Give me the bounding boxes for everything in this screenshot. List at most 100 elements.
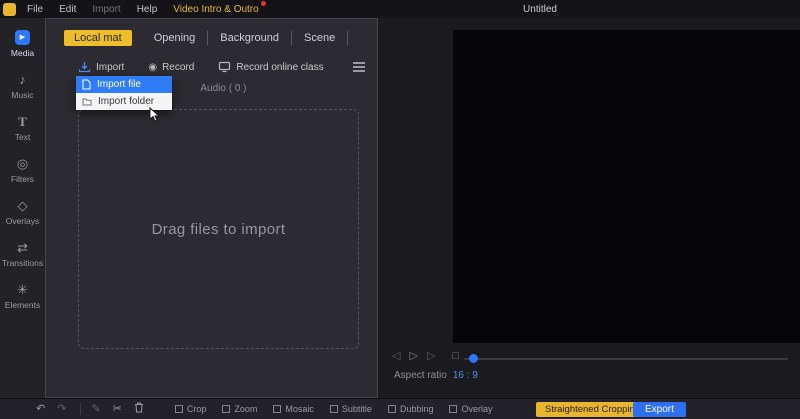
sidebar-item-media[interactable]: ▶ Media — [0, 30, 45, 58]
folder-icon — [82, 98, 92, 106]
tool-label: Mosaic — [285, 404, 314, 414]
menu-help[interactable]: Help — [137, 4, 158, 15]
mosaic-icon — [273, 405, 282, 413]
tool-label: Dubbing — [399, 404, 434, 414]
document-title: Untitled — [523, 3, 557, 15]
tab-local-material[interactable]: Local mat — [64, 30, 132, 46]
overlay-icon — [449, 405, 458, 413]
menu-bar: File Edit Import Help Video Intro & Outr… — [27, 0, 266, 15]
edit-tools-group: Crop Zoom Mosaic Subtitle Dubbing Overla… — [170, 402, 498, 416]
menu-file[interactable]: File — [27, 4, 43, 15]
menu-edit[interactable]: Edit — [59, 4, 76, 15]
media-tab-row: Local mat Opening Background Scene — [64, 29, 367, 47]
record-online-class-label: Record online class — [236, 61, 324, 73]
sidebar-item-label: Music — [11, 90, 34, 100]
sidebar-item-transitions[interactable]: ⇄ Transitions — [0, 240, 45, 269]
tool-label: Crop — [186, 404, 207, 414]
record-label: Record — [162, 61, 195, 73]
overlays-icon: ◇ — [17, 198, 28, 213]
top-menu-bar: File Edit Import Help Video Intro & Outr… — [0, 0, 800, 18]
panel-menu-icon[interactable] — [353, 62, 365, 72]
menu-video-intro-outro[interactable]: Video Intro & Outro — [173, 0, 266, 15]
sidebar-item-music[interactable]: ♪ Music — [0, 72, 45, 101]
left-sidebar: ▶ Media ♪ Music T Text ◎ Filters ◇ Overl… — [0, 18, 45, 419]
import-button[interactable]: Import — [78, 61, 124, 73]
media-panel-toolbar: Import ◉ Record Record online class — [78, 59, 365, 75]
previous-frame-button[interactable]: ◁ — [392, 349, 400, 362]
import-label: Import — [96, 61, 125, 73]
menu-import[interactable]: Import — [92, 4, 120, 15]
seek-handle[interactable] — [469, 354, 478, 363]
media-library-panel: Local mat Opening Background Scene Impor… — [45, 18, 378, 398]
sidebar-item-text[interactable]: T Text — [0, 114, 45, 143]
undo-icon[interactable]: ↶ — [36, 403, 45, 415]
video-intro-outro-label: Video Intro & Outro — [173, 3, 259, 15]
next-frame-button[interactable]: ▷ — [427, 349, 435, 362]
dropdown-item-label: Import folder — [98, 96, 155, 107]
stop-button[interactable]: □ — [452, 350, 459, 362]
redo-icon[interactable]: ↷ — [57, 403, 66, 415]
record-button[interactable]: ◉ Record — [148, 62, 194, 73]
sidebar-item-label: Elements — [4, 300, 41, 310]
notification-badge — [260, 0, 266, 6]
tab-background[interactable]: Background — [208, 31, 293, 45]
subtab-audio[interactable]: Audio ( 0 ) — [200, 83, 246, 94]
tool-label: Overlay — [461, 404, 493, 414]
sidebar-item-label: Overlays — [5, 216, 40, 226]
toolbar-divider — [80, 403, 82, 415]
dropdown-item-import-file[interactable]: Import file — [76, 76, 172, 93]
edit-pencil-icon[interactable]: ✎ — [91, 403, 100, 415]
music-note-icon: ♪ — [19, 72, 26, 87]
tool-label: Subtitle — [341, 404, 372, 414]
play-button[interactable]: ▷ — [409, 349, 417, 362]
sidebar-item-label: Transitions — [1, 258, 44, 268]
text-icon: T — [18, 114, 27, 129]
dropdown-item-label: Import file — [97, 79, 141, 90]
seek-bar[interactable] — [464, 358, 788, 360]
sidebar-item-label: Filters — [10, 174, 35, 184]
sidebar-item-filters[interactable]: ◎ Filters — [0, 156, 45, 185]
tool-zoom-button[interactable]: Zoom — [217, 402, 262, 416]
aspect-ratio-row: Aspect ratio 16 : 9 — [394, 370, 478, 381]
monitor-icon — [219, 61, 231, 73]
tool-subtitle-button[interactable]: Subtitle — [325, 402, 377, 416]
preview-area: ◁ ▷ ▷ □ Aspect ratio 16 : 9 — [378, 18, 800, 398]
tab-opening[interactable]: Opening — [142, 31, 209, 45]
filters-icon: ◎ — [16, 156, 29, 171]
import-icon — [78, 62, 91, 73]
record-online-class-button[interactable]: Record online class — [218, 61, 324, 73]
mouse-cursor — [149, 107, 161, 122]
split-scissors-icon[interactable]: ✂ — [113, 403, 122, 415]
app-logo-icon[interactable] — [3, 2, 16, 16]
tool-mosaic-button[interactable]: Mosaic — [268, 402, 319, 416]
subtitle-icon — [329, 405, 338, 413]
video-preview-screen — [453, 30, 800, 343]
tool-dubbing-button[interactable]: Dubbing — [383, 402, 439, 416]
aspect-ratio-value[interactable]: 16 : 9 — [453, 370, 478, 381]
tool-crop-button[interactable]: Crop — [170, 402, 212, 416]
sidebar-item-elements[interactable]: ✳ Elements — [0, 282, 45, 311]
crop-icon — [174, 405, 183, 413]
zoom-icon — [222, 405, 231, 413]
drag-drop-import-area[interactable]: Drag files to import — [78, 109, 359, 349]
tab-scene[interactable]: Scene — [292, 31, 349, 45]
aspect-ratio-label: Aspect ratio — [394, 370, 447, 381]
import-dropdown-menu: Import file Import folder — [76, 76, 172, 110]
dropzone-text: Drag files to import — [151, 220, 286, 238]
tool-overlay-button[interactable]: Overlay — [444, 402, 497, 416]
export-button[interactable]: Export — [633, 402, 686, 417]
playback-controls: ◁ ▷ ▷ □ — [392, 349, 459, 363]
app-window: File Edit Import Help Video Intro & Outr… — [0, 0, 800, 419]
elements-icon: ✳ — [17, 282, 28, 297]
trash-icon — [134, 402, 143, 413]
tool-label: Zoom — [234, 404, 258, 414]
transitions-icon: ⇄ — [17, 240, 28, 255]
dubbing-icon — [387, 405, 396, 413]
sidebar-item-label: Media — [10, 48, 35, 58]
media-icon: ▶ — [15, 30, 30, 45]
delete-trash-icon[interactable] — [134, 402, 144, 416]
bottom-toolbar: ↶ ↷ ✎ ✂ Crop Zoom Mosaic Subtitle Dubbin… — [0, 398, 800, 419]
sidebar-item-overlays[interactable]: ◇ Overlays — [0, 198, 45, 227]
file-icon — [82, 79, 91, 90]
record-icon: ◉ — [148, 61, 158, 73]
